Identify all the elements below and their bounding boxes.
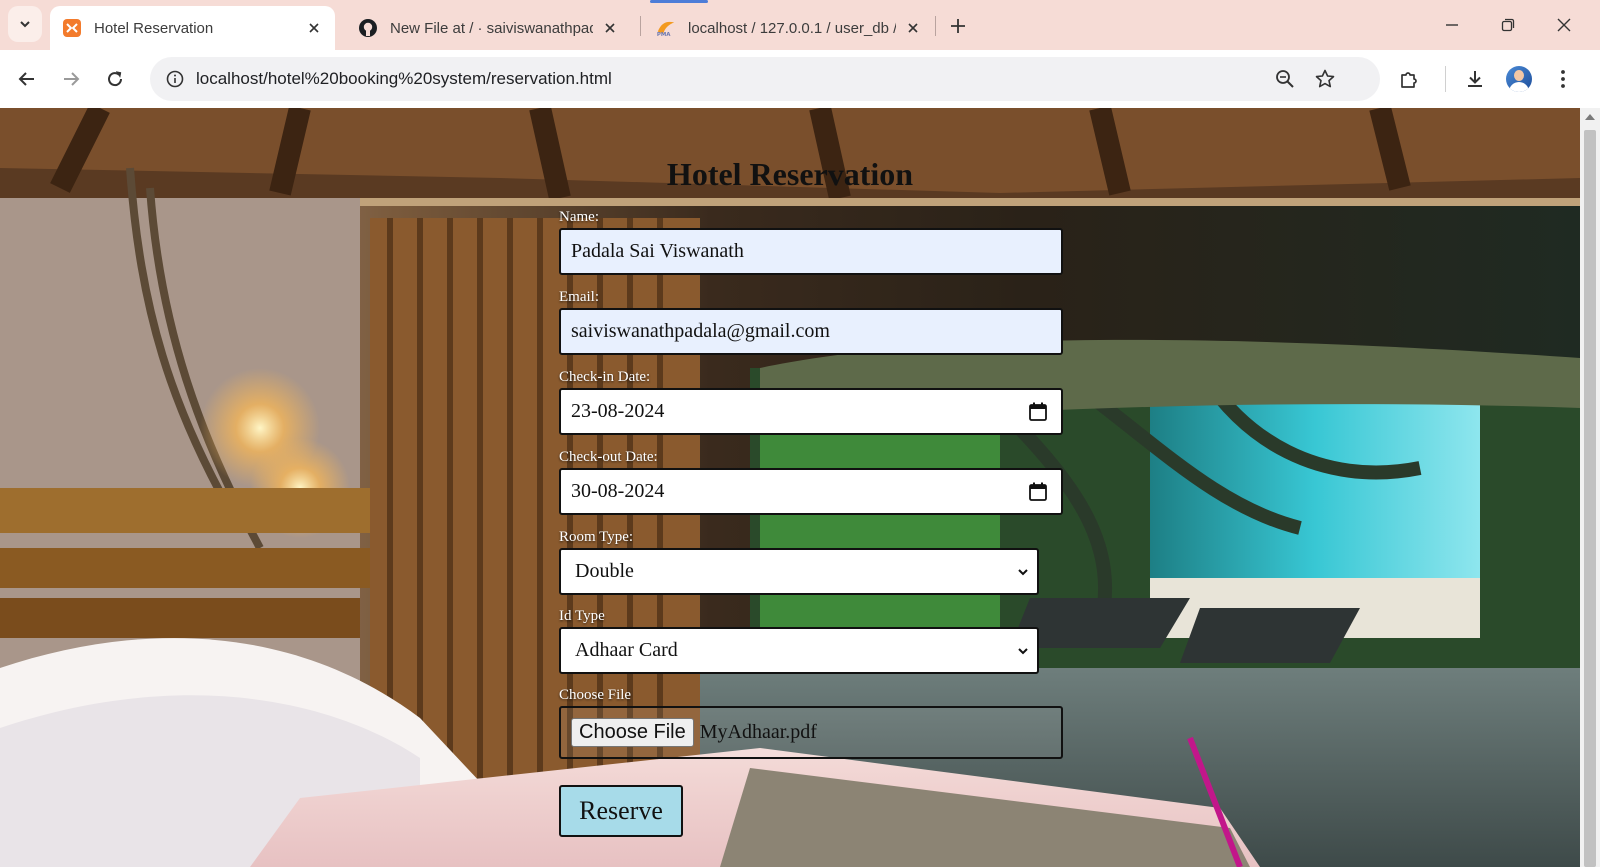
checkin-value: 23-08-2024 [571, 400, 665, 422]
restore-button[interactable] [1486, 8, 1530, 42]
room-type-label: Room Type: [559, 529, 634, 545]
reservation-form: Name: Padala Sai Viswanath Email: saivis… [559, 208, 1079, 837]
email-input[interactable]: saiviswanathpadala@gmail.com [559, 308, 1063, 355]
checkout-date-input[interactable]: 30-08-2024 [559, 468, 1063, 515]
chevron-down-icon [1018, 569, 1028, 576]
downloads-button[interactable] [1458, 62, 1492, 96]
reload-button[interactable] [98, 62, 132, 96]
room-type-value: Double [575, 560, 634, 582]
bookmark-star-icon[interactable] [1310, 64, 1340, 94]
phpmyadmin-icon: PMA [656, 18, 676, 38]
checkin-label: Check-in Date: [559, 369, 651, 385]
tab-search-button[interactable] [8, 6, 42, 42]
reserve-button[interactable]: Reserve [559, 785, 683, 837]
room-type-select[interactable]: Double [559, 548, 1039, 595]
svg-text:PMA: PMA [657, 32, 671, 38]
site-info-icon[interactable] [160, 64, 190, 94]
close-icon[interactable] [904, 19, 922, 37]
tab-hotel-reservation[interactable]: Hotel Reservation [50, 6, 335, 50]
browser-toolbar: localhost/hotel%20booking%20system/reser… [0, 50, 1600, 108]
id-type-select[interactable]: Adhaar Card [559, 627, 1039, 674]
checkout-label: Check-out Date: [559, 449, 658, 465]
address-bar[interactable]: localhost/hotel%20booking%20system/reser… [150, 57, 1380, 101]
puzzle-icon [1401, 72, 1417, 88]
page-title: Hotel Reservation [666, 156, 914, 192]
checkout-value: 30-08-2024 [571, 480, 665, 502]
tab-title: New File at / · saiviswanathpada [390, 19, 593, 37]
scrollbar-thumb[interactable] [1584, 130, 1596, 867]
loading-indicator [650, 0, 708, 3]
tab-strip: Hotel Reservation New File at / · saivis… [0, 0, 1600, 50]
restore-icon [1501, 18, 1515, 32]
chevron-down-icon [20, 21, 30, 28]
xampp-icon [62, 18, 82, 38]
id-type-label: Id Type [559, 608, 605, 624]
scroll-up-arrow-icon[interactable] [1585, 114, 1595, 120]
tab-separator [935, 16, 936, 36]
name-input[interactable]: Padala Sai Viswanath [559, 228, 1063, 275]
minimize-button[interactable] [1430, 8, 1474, 42]
github-icon [358, 18, 378, 38]
choose-file-button[interactable]: Choose File [571, 718, 694, 747]
name-value: Padala Sai Viswanath [571, 240, 744, 262]
arrow-right-icon [64, 72, 80, 86]
url-text: localhost/hotel%20booking%20system/reser… [196, 69, 612, 88]
page-viewport: Hotel Reservation Name: Padala Sai Viswa… [0, 108, 1580, 867]
toolbar-separator [1445, 66, 1446, 92]
download-icon [1468, 71, 1482, 87]
vertical-scrollbar[interactable] [1580, 108, 1600, 867]
checkin-date-input[interactable]: 23-08-2024 [559, 388, 1063, 435]
profile-button[interactable] [1502, 62, 1536, 96]
new-tab-button[interactable] [944, 12, 972, 40]
reload-icon [108, 71, 123, 87]
forward-button[interactable] [54, 62, 88, 96]
tab-github[interactable]: New File at / · saiviswanathpada [346, 6, 631, 50]
avatar [1506, 66, 1532, 92]
menu-button[interactable] [1546, 62, 1580, 96]
more-vert-icon [1561, 70, 1565, 88]
back-button[interactable] [10, 62, 44, 96]
file-input[interactable]: Choose File MyAdhaar.pdf [559, 706, 1063, 759]
tab-title: localhost / 127.0.0.1 / user_db / [688, 19, 896, 37]
close-icon [1557, 18, 1571, 32]
name-label: Name: [559, 209, 599, 225]
id-type-value: Adhaar Card [575, 639, 678, 661]
zoom-icon[interactable] [1270, 64, 1300, 94]
tab-separator [640, 16, 641, 36]
email-value: saiviswanathpadala@gmail.com [571, 320, 830, 342]
chevron-down-icon [1018, 648, 1028, 655]
close-window-button[interactable] [1542, 8, 1586, 42]
arrow-left-icon [18, 72, 34, 86]
calendar-icon[interactable] [1029, 402, 1047, 422]
tab-phpmyadmin[interactable]: PMA localhost / 127.0.0.1 / user_db / [644, 6, 934, 50]
close-icon[interactable] [305, 19, 323, 37]
extensions-button[interactable] [1392, 62, 1426, 96]
close-icon[interactable] [601, 19, 619, 37]
calendar-icon[interactable] [1029, 482, 1047, 502]
tab-title: Hotel Reservation [94, 19, 214, 37]
file-name: MyAdhaar.pdf [699, 721, 817, 743]
file-label: Choose File [559, 687, 632, 703]
minimize-icon [1446, 24, 1458, 26]
plus-icon [951, 19, 965, 33]
email-label: Email: [559, 289, 599, 305]
